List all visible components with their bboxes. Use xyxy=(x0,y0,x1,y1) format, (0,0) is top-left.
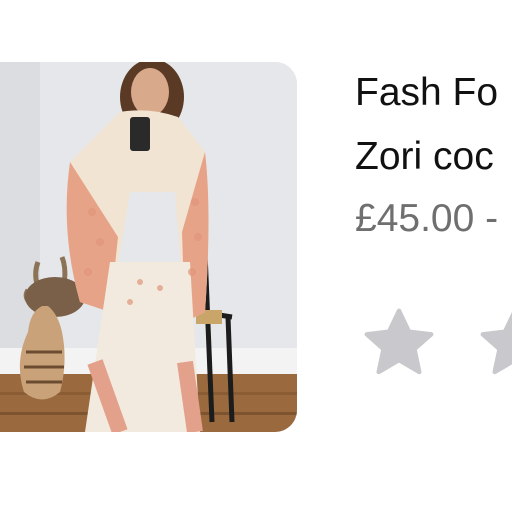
product-title[interactable]: Zori coc xyxy=(355,134,494,180)
brand-name: Fash Fo xyxy=(355,71,499,114)
star-icon[interactable] xyxy=(476,306,512,380)
price: £45.00 - xyxy=(355,197,499,240)
star-icon[interactable] xyxy=(360,306,438,380)
rating-stars[interactable] xyxy=(360,306,512,380)
product-image[interactable] xyxy=(0,62,297,432)
product-listing-card[interactable]: Fash Fo Zori coc £45.00 - xyxy=(0,0,512,514)
